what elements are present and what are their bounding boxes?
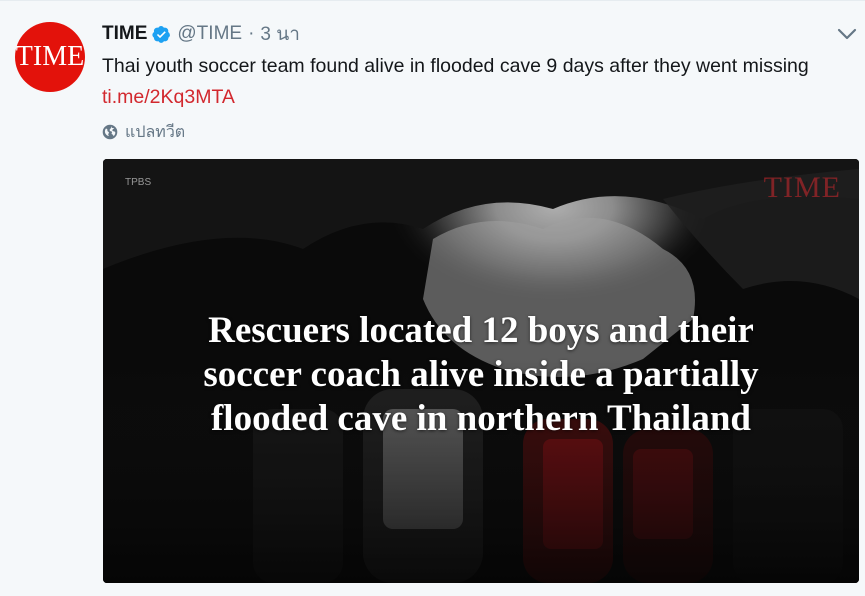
caption-line: soccer coach alive inside a partially bbox=[203, 354, 759, 395]
caption-line: Rescuers located 12 boys and their bbox=[208, 310, 754, 351]
tweet-timestamp[interactable]: 3 นา bbox=[260, 19, 300, 49]
translate-tweet-button[interactable]: แปลทวีต bbox=[102, 121, 185, 143]
globe-icon bbox=[102, 124, 118, 140]
time-logo: TIME bbox=[15, 41, 85, 72]
display-name[interactable]: TIME bbox=[102, 23, 147, 45]
broadcaster-watermark: TPBS bbox=[125, 177, 152, 188]
time-watermark: TIME bbox=[763, 171, 841, 204]
video-caption: Rescuers located 12 boys and their socce… bbox=[103, 309, 859, 441]
chevron-down-icon[interactable] bbox=[837, 27, 857, 41]
video-thumbnail[interactable]: TPBS TIME Rescuers located 12 boys and t… bbox=[103, 159, 859, 583]
tweet-link[interactable]: ti.me/2Kq3MTA bbox=[102, 84, 235, 110]
tweet-header: TIME @TIME · 3 นา bbox=[102, 21, 300, 47]
caption-line: flooded cave in northern Thailand bbox=[210, 398, 751, 439]
tweet-text: Thai youth soccer team found alive in fl… bbox=[102, 55, 809, 77]
separator-dot: · bbox=[248, 23, 255, 44]
verified-badge-icon bbox=[152, 25, 171, 43]
tweet-card[interactable]: TIME TIME @TIME · 3 นา Thai youth soccer… bbox=[0, 0, 865, 596]
user-handle[interactable]: @TIME bbox=[177, 23, 242, 45]
avatar[interactable]: TIME bbox=[15, 22, 85, 92]
translate-label: แปลทวีต bbox=[125, 123, 186, 141]
